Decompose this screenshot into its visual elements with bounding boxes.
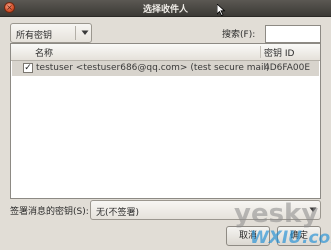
column-divider: [260, 46, 261, 58]
recipient-key-id: 4D6FA00E: [264, 63, 311, 73]
title-bar[interactable]: × 选择收件人: [0, 0, 331, 17]
list-header: 名称 密钥 ID: [11, 44, 320, 61]
table-row[interactable]: ✓ testuser <testuser686@qq.com> (test se…: [12, 61, 319, 76]
dropdown-separator: [75, 26, 76, 40]
signing-key-value: 无(不签署): [96, 208, 140, 218]
key-filter-dropdown[interactable]: 所有密钥: [10, 23, 92, 43]
window-title: 选择收件人: [142, 5, 188, 15]
recipient-checkbox[interactable]: ✓: [23, 63, 33, 73]
signing-key-label: 签署消息的密钥(S):: [10, 207, 89, 217]
recipient-list[interactable]: 名称 密钥 ID ✓ testuser <testuser686@qq.com>…: [10, 43, 321, 199]
chevron-down-icon: [81, 30, 89, 35]
key-filter-value: 所有密钥: [16, 31, 53, 41]
recipient-name: testuser <testuser686@qq.com> (test secu…: [36, 63, 270, 73]
cancel-button[interactable]: 取消: [226, 226, 270, 246]
signing-key-dropdown[interactable]: 无(不签署): [90, 200, 321, 220]
column-header-name[interactable]: 名称: [35, 46, 53, 59]
dialog-body: 所有密钥 搜索(F): 名称 密钥 ID ✓ testuser <testuse…: [0, 17, 331, 250]
ok-button[interactable]: 确定: [277, 226, 321, 246]
chevron-down-icon: [309, 207, 317, 212]
column-header-key-id[interactable]: 密钥 ID: [264, 46, 294, 59]
mouse-pointer-icon: [217, 4, 225, 16]
search-input[interactable]: [265, 25, 321, 43]
search-label: 搜索(F):: [222, 30, 256, 40]
